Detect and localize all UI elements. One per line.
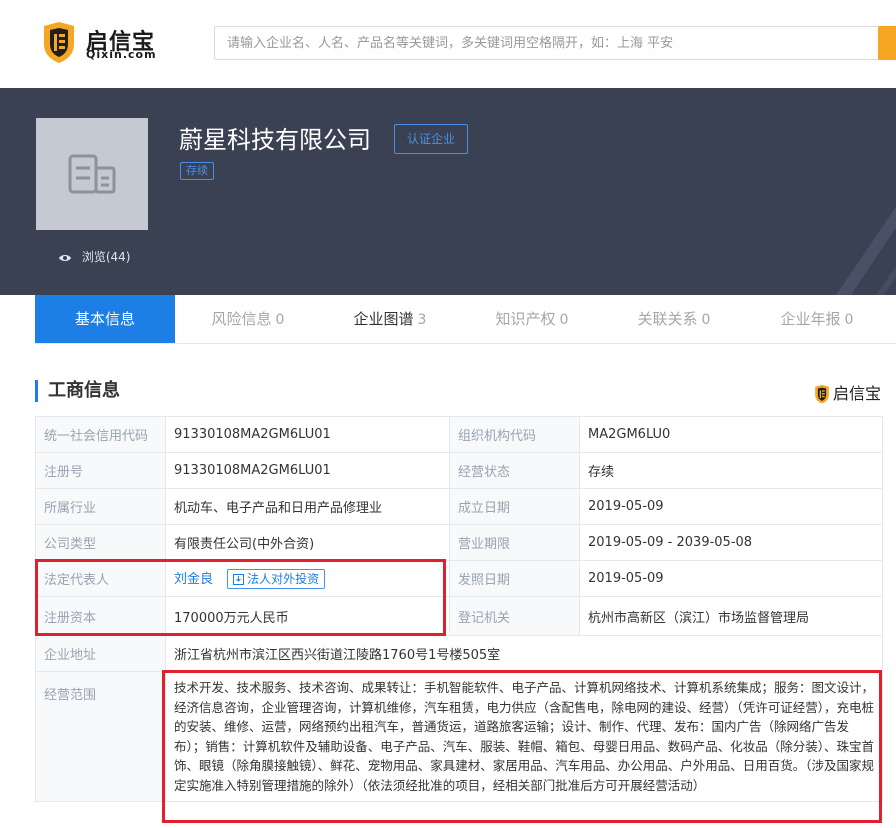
tab-risk-info[interactable]: 风险信息 0	[178, 295, 318, 343]
table-row: 法定代表人 刘金良 法人对外投资 发照日期 2019-05-09	[35, 560, 883, 597]
op-status-value: 存续	[579, 452, 883, 489]
founded-value: 2019-05-09	[579, 488, 883, 525]
table-row: 公司类型 有限责任公司(中外合资) 营业期限 2019-05-09 - 2039…	[35, 524, 883, 561]
tab-bar: 基本信息 风险信息 0 企业图谱 3 知识产权 0 关联关系 0 企业年报 0	[35, 295, 896, 344]
search-input[interactable]	[215, 27, 896, 59]
export-icon	[233, 574, 245, 586]
term-value: 2019-05-09 - 2039-05-08	[579, 524, 883, 561]
view-count-label: 浏览(44)	[81, 250, 131, 264]
field-label: 发照日期	[449, 560, 580, 597]
field-label: 企业地址	[35, 635, 166, 672]
qixin-logo-icon	[815, 384, 829, 404]
tab-count: 0	[844, 312, 854, 328]
invest-button-label: 法人对外投资	[247, 572, 320, 587]
field-label: 成立日期	[449, 488, 580, 525]
tab-basic-info[interactable]: 基本信息	[35, 295, 175, 343]
legal-rep-cell: 刘金良 法人对外投资	[165, 560, 450, 597]
tab-label: 关联关系	[637, 310, 698, 328]
company-logo-placeholder	[36, 118, 148, 230]
field-label: 所属行业	[35, 488, 166, 525]
tab-count: 0	[701, 312, 711, 328]
field-label: 经营状态	[449, 452, 580, 489]
field-label: 经营范围	[35, 671, 166, 802]
license-date-value: 2019-05-09	[579, 560, 883, 597]
industry-value: 机动车、电子产品和日用产品修理业	[165, 488, 450, 525]
brand-domain: Qixin.com	[86, 48, 157, 61]
tab-label: 风险信息	[211, 310, 272, 328]
tab-label: 基本信息	[74, 310, 135, 328]
tab-ip[interactable]: 知识产权 0	[462, 295, 602, 343]
search-box	[214, 26, 896, 60]
reg-no-value: 91330108MA2GM6LU01	[165, 452, 450, 489]
authority-value: 杭州市高新区（滨江）市场监督管理局	[579, 596, 883, 636]
capital-value: 170000万元人民币	[165, 596, 450, 636]
search-button[interactable]	[878, 26, 896, 60]
field-label: 注册资本	[35, 596, 166, 636]
tab-count: 0	[275, 312, 285, 328]
company-type-value: 有限责任公司(中外合资)	[165, 524, 450, 561]
company-hero: 浏览(44) 蔚星科技有限公司 认证企业 存续	[0, 88, 896, 295]
brand-logo[interactable]: 启信宝 Qixin.com	[40, 20, 160, 66]
table-row: 企业地址 浙江省杭州市滨江区西兴街道江陵路1760号1号楼505室	[35, 635, 883, 672]
table-row: 统一社会信用代码 91330108MA2GM6LU01 组织机构代码 MA2GM…	[35, 416, 883, 453]
table-row: 注册资本 170000万元人民币 登记机关 杭州市高新区（滨江）市场监督管理局	[35, 596, 883, 636]
company-name: 蔚星科技有限公司	[179, 126, 371, 154]
legal-rep-link[interactable]: 刘金良	[174, 572, 213, 587]
field-label: 登记机关	[449, 596, 580, 636]
address-value: 浙江省杭州市滨江区西兴街道江陵路1760号1号楼505室	[165, 635, 883, 672]
invest-button[interactable]: 法人对外投资	[227, 569, 326, 590]
decorative-stripe	[836, 206, 896, 295]
tab-count: 3	[417, 312, 427, 328]
table-row: 经营范围 技术开发、技术服务、技术咨询、成果转让：手机智能软件、电子产品、计算机…	[35, 671, 883, 802]
view-count: 浏览(44)	[58, 248, 130, 265]
org-code-value: MA2GM6LU0	[579, 416, 883, 453]
tab-label: 知识产权	[495, 310, 556, 328]
status-badge: 存续	[180, 162, 214, 180]
business-info-table: 统一社会信用代码 91330108MA2GM6LU01 组织机构代码 MA2GM…	[35, 416, 883, 802]
tab-company-graph[interactable]: 企业图谱 3	[320, 295, 460, 343]
table-row: 所属行业 机动车、电子产品和日用产品修理业 成立日期 2019-05-09	[35, 488, 883, 525]
tab-label: 企业年报	[780, 310, 841, 328]
tab-label: 企业图谱	[353, 310, 414, 328]
top-header: 启信宝 Qixin.com	[0, 0, 896, 88]
eye-icon	[59, 255, 71, 261]
field-label: 统一社会信用代码	[35, 416, 166, 453]
tab-annual-report[interactable]: 企业年报 0	[747, 295, 887, 343]
table-row: 注册号 91330108MA2GM6LU01 经营状态 存续	[35, 452, 883, 489]
credit-code-value: 91330108MA2GM6LU01	[165, 416, 450, 453]
qixin-logo-icon	[44, 22, 74, 63]
field-label: 法定代表人	[35, 560, 166, 597]
field-label: 组织机构代码	[449, 416, 580, 453]
field-label: 公司类型	[35, 524, 166, 561]
verify-badge[interactable]: 认证企业	[394, 124, 468, 154]
section-title: 工商信息	[35, 380, 120, 402]
tab-relations[interactable]: 关联关系 0	[604, 295, 744, 343]
field-label: 注册号	[35, 452, 166, 489]
tab-count: 0	[559, 312, 569, 328]
field-label: 营业期限	[449, 524, 580, 561]
section-brand-text: 启信宝	[833, 384, 882, 403]
business-scope-value: 技术开发、技术服务、技术咨询、成果转让：手机智能软件、电子产品、计算机网络技术、…	[165, 671, 883, 802]
building-icon	[68, 154, 116, 194]
